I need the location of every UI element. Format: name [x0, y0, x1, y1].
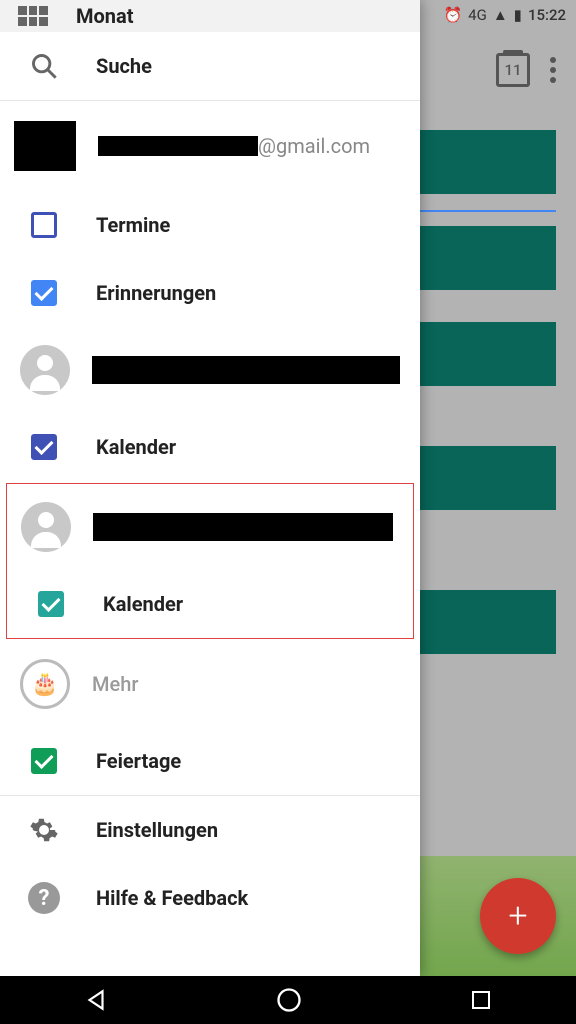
- account-header-3[interactable]: [7, 484, 413, 570]
- alarm-icon: ⏰: [443, 6, 462, 24]
- redacted-email-local: [98, 136, 258, 156]
- plus-icon: +: [508, 896, 527, 936]
- person-avatar-icon: [20, 345, 70, 395]
- drawer-item-search[interactable]: Suche: [0, 32, 420, 100]
- calendar-toggle-kalender-2[interactable]: Kalender: [7, 570, 413, 638]
- calendar-toggle-kalender-1[interactable]: Kalender: [0, 413, 420, 481]
- network-icon: 4G: [468, 6, 487, 24]
- android-nav-bar: [0, 976, 576, 1024]
- help-label: Hilfe & Feedback: [96, 886, 248, 910]
- birthday-icon: 🎂: [20, 659, 70, 709]
- search-icon: [30, 52, 58, 80]
- account-avatar-redacted: [14, 121, 76, 171]
- clock-time: 15:22: [528, 6, 566, 24]
- checkbox-unchecked-icon: [31, 212, 57, 238]
- home-button[interactable]: [275, 986, 303, 1014]
- battery-icon: ▮: [514, 6, 522, 24]
- app-toolbar: 11: [420, 40, 576, 100]
- overflow-menu-button[interactable]: [550, 57, 556, 83]
- erinnerungen-label: Erinnerungen: [96, 281, 216, 305]
- create-event-fab[interactable]: +: [480, 878, 556, 954]
- drawer-item-settings[interactable]: Einstellungen: [0, 796, 420, 864]
- settings-label: Einstellungen: [96, 818, 218, 842]
- redacted-account-name: [93, 513, 393, 541]
- checkbox-checked-icon: [31, 434, 57, 460]
- email-domain: @gmail.com: [258, 134, 370, 158]
- termine-label: Termine: [96, 213, 170, 237]
- checkbox-checked-icon: [31, 748, 57, 774]
- calendar-toggle-feiertage[interactable]: Feiertage: [0, 727, 420, 795]
- account-header-2[interactable]: [0, 327, 420, 413]
- back-button[interactable]: [83, 987, 109, 1013]
- checkbox-checked-icon: [38, 591, 64, 617]
- feiertage-label: Feiertage: [96, 749, 181, 773]
- month-view-icon: [18, 6, 48, 26]
- calendar-toggle-termine[interactable]: Termine: [0, 191, 420, 259]
- status-bar: ⏰ 4G ▲ ▮ 15:22: [433, 0, 576, 30]
- help-icon: ?: [28, 882, 60, 914]
- drawer-item-help[interactable]: ? Hilfe & Feedback: [0, 864, 420, 932]
- kalender1-label: Kalender: [96, 435, 176, 459]
- drawer-item-mehr[interactable]: 🎂 Mehr: [0, 641, 420, 727]
- current-time-indicator: [420, 210, 556, 212]
- calendar-toggle-erinnerungen[interactable]: Erinnerungen: [0, 259, 420, 327]
- redacted-account-name: [92, 356, 400, 384]
- navigation-drawer: Monat Suche @gmail.com Termine Erinnerun…: [0, 0, 420, 976]
- account-header-1[interactable]: @gmail.com: [0, 101, 420, 191]
- kalender2-label: Kalender: [103, 592, 183, 616]
- today-date: 11: [504, 61, 521, 79]
- search-label: Suche: [96, 54, 152, 78]
- today-button[interactable]: 11: [496, 53, 530, 87]
- person-avatar-icon: [21, 502, 71, 552]
- drawer-item-month[interactable]: Monat: [0, 0, 420, 32]
- annotation-highlight-box: Kalender: [6, 483, 414, 639]
- recents-button[interactable]: [469, 988, 493, 1012]
- gear-icon: [29, 815, 59, 845]
- month-label: Monat: [76, 4, 133, 28]
- signal-icon: ▲: [493, 6, 508, 24]
- mehr-label: Mehr: [92, 672, 138, 696]
- checkbox-checked-icon: [31, 280, 57, 306]
